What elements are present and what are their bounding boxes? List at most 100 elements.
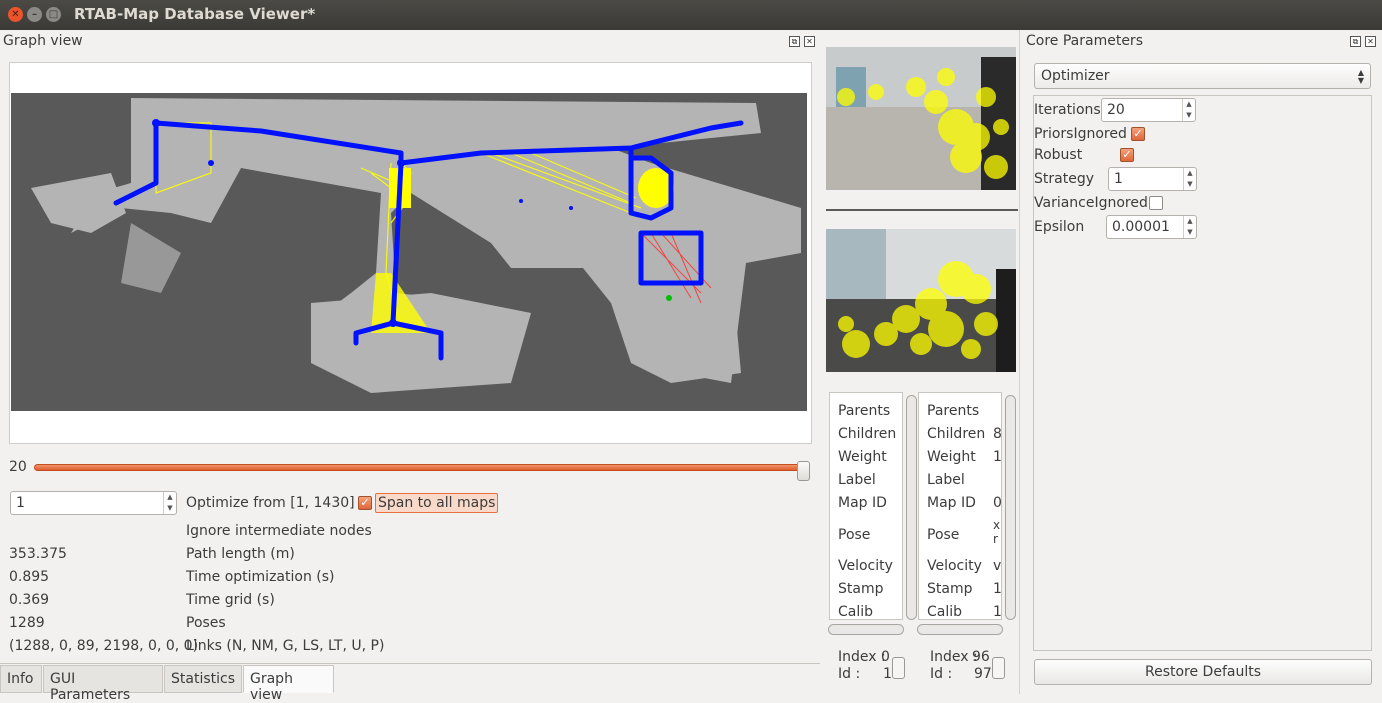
info-row-value: 1 bbox=[993, 581, 1002, 597]
iterations-slider[interactable] bbox=[34, 464, 805, 471]
node-info-right: Parents Children Weight Label Map ID Pos… bbox=[918, 392, 1002, 620]
info-row-label: Velocity bbox=[838, 558, 893, 574]
node-info-left: Parents Children Weight Label Map ID Pos… bbox=[829, 392, 903, 620]
camera-image-top bbox=[826, 47, 1016, 190]
info-row-label: Label bbox=[838, 472, 876, 488]
variance-ignored-label: VarianceIgnored bbox=[1034, 195, 1148, 211]
iterations-label: Iterations bbox=[1034, 102, 1101, 118]
float-icon[interactable]: ⧉ bbox=[1350, 36, 1361, 47]
minimize-window-icon[interactable]: – bbox=[27, 7, 42, 22]
info-row-label: Label bbox=[927, 472, 965, 488]
maximize-window-icon[interactable]: □ bbox=[46, 7, 61, 22]
parameter-group-select[interactable]: Optimizer ▲ ▼ bbox=[1034, 63, 1371, 89]
slider-handle[interactable] bbox=[797, 461, 810, 481]
tab-bar-line bbox=[0, 663, 820, 664]
tab-graph-view[interactable]: Graph view bbox=[243, 665, 334, 703]
stat-label: Path length (m) bbox=[186, 546, 295, 562]
tab-statistics[interactable]: Statistics bbox=[164, 665, 242, 693]
slider-value: 20 bbox=[9, 459, 27, 475]
spinbox-value: 1 bbox=[16, 495, 25, 511]
image-view-bottom[interactable] bbox=[826, 229, 1016, 372]
robust-label: Robust bbox=[1034, 147, 1083, 163]
left-vscroll[interactable] bbox=[906, 395, 917, 620]
info-row-label: Map ID bbox=[838, 495, 887, 511]
info-row-label: Children bbox=[927, 426, 986, 442]
close-window-icon[interactable]: ✕ bbox=[8, 7, 23, 22]
stat-value: 0.895 bbox=[9, 569, 50, 585]
info-row-label: Pose bbox=[927, 527, 960, 543]
stat-value: (1288, 0, 89, 2198, 0, 0, 0) bbox=[9, 638, 199, 654]
graph-map-drawing bbox=[31, 98, 801, 393]
info-row-label: Parents bbox=[927, 403, 980, 419]
stat-label: Time optimization (s) bbox=[186, 569, 335, 585]
info-row-label: Weight bbox=[838, 449, 887, 465]
id-value: 1 bbox=[883, 666, 892, 682]
right-vscroll[interactable] bbox=[1005, 395, 1016, 620]
ignore-intermediate-label: Ignore intermediate nodes bbox=[186, 523, 372, 539]
id-label: Id : bbox=[930, 666, 953, 682]
id-value: 97 bbox=[974, 666, 992, 682]
select-value: Optimizer bbox=[1041, 68, 1110, 84]
info-row-label: Weight bbox=[927, 449, 976, 465]
strategy-spinbox[interactable]: 1 ▲ ▼ bbox=[1108, 167, 1197, 191]
stat-label: Links (N, NM, G, LS, LT, U, P) bbox=[186, 638, 385, 654]
float-icon[interactable]: ⧉ bbox=[789, 36, 800, 47]
spin-arrows-icon[interactable]: ▲ ▼ bbox=[163, 492, 176, 514]
info-row-label: Stamp bbox=[927, 581, 973, 597]
index-slider-left[interactable] bbox=[892, 657, 905, 679]
tab-gui-parameters[interactable]: GUI Parameters bbox=[43, 665, 163, 703]
index-slider-right[interactable] bbox=[992, 657, 1005, 679]
restore-defaults-button[interactable]: Restore Defaults bbox=[1034, 659, 1372, 685]
spin-arrows-icon[interactable]: ▲ ▼ bbox=[1183, 168, 1196, 190]
stat-value: 0.369 bbox=[9, 592, 50, 608]
iterations-spinbox[interactable]: 20 ▲ ▼ bbox=[1101, 98, 1196, 122]
occupancy-map[interactable] bbox=[11, 93, 807, 411]
left-hscroll[interactable] bbox=[828, 624, 904, 635]
info-row-value: 1 bbox=[993, 449, 1002, 465]
info-row-label: Stamp bbox=[838, 581, 884, 597]
spin-arrows-icon[interactable]: ▲ ▼ bbox=[1183, 216, 1196, 238]
info-row-value: v: bbox=[993, 558, 1001, 574]
graph-dock-buttons: ⧉ ✕ bbox=[789, 36, 815, 47]
info-row-label: Children bbox=[838, 426, 897, 442]
right-hscroll[interactable] bbox=[917, 624, 1003, 635]
priors-ignored-checkbox[interactable]: ✓ bbox=[1131, 127, 1145, 141]
image-divider bbox=[826, 209, 1018, 211]
priors-ignored-label: PriorsIgnored bbox=[1034, 126, 1127, 142]
stat-value: 353.375 bbox=[9, 546, 67, 562]
info-row-value: 8 bbox=[993, 426, 1002, 442]
info-row-label: Parents bbox=[838, 403, 891, 419]
close-icon[interactable]: ✕ bbox=[1365, 36, 1376, 47]
spin-arrows-icon[interactable]: ▲ ▼ bbox=[1182, 99, 1195, 121]
robust-checkbox[interactable]: ✓ bbox=[1120, 148, 1134, 162]
core-dock-title: Core Parameters bbox=[1026, 33, 1143, 49]
id-label: Id : bbox=[838, 666, 861, 682]
info-row-value: 1 bbox=[993, 604, 1002, 620]
close-icon[interactable]: ✕ bbox=[804, 36, 815, 47]
stat-label: Time grid (s) bbox=[186, 592, 275, 608]
info-row-label: Calib bbox=[838, 604, 874, 620]
window-title: RTAB-Map Database Viewer* bbox=[74, 5, 316, 23]
variance-ignored-checkbox[interactable] bbox=[1149, 196, 1163, 210]
span-maps-checkbox[interactable]: ✓ bbox=[358, 496, 372, 510]
span-maps-label[interactable]: Span to all maps bbox=[375, 493, 499, 513]
stat-value: 1289 bbox=[9, 615, 45, 631]
optimize-from-spinbox[interactable]: 1 ▲ ▼ bbox=[10, 491, 177, 515]
strategy-value: 1 bbox=[1114, 171, 1123, 187]
image-view-top[interactable] bbox=[826, 47, 1016, 190]
title-bar: ✕ – □ RTAB-Map Database Viewer* bbox=[0, 0, 1382, 30]
optimize-from-label: Optimize from [1, 1430] bbox=[186, 495, 355, 511]
stat-label: Poses bbox=[186, 615, 226, 631]
info-row-label: Pose bbox=[838, 527, 871, 543]
select-arrows-icon: ▲ ▼ bbox=[1357, 68, 1364, 85]
tab-info[interactable]: Info bbox=[0, 665, 42, 693]
epsilon-label: Epsilon bbox=[1034, 219, 1085, 235]
info-row-value: x r bbox=[993, 518, 1001, 546]
info-row-value: 0 bbox=[993, 495, 1002, 511]
strategy-label: Strategy bbox=[1034, 171, 1094, 187]
info-row-label: Calib bbox=[927, 604, 963, 620]
epsilon-spinbox[interactable]: 0.00001 ▲ ▼ bbox=[1106, 215, 1197, 239]
index-value: 0 bbox=[881, 649, 890, 665]
iterations-value: 20 bbox=[1107, 102, 1125, 118]
index-value: 96 bbox=[972, 649, 990, 665]
